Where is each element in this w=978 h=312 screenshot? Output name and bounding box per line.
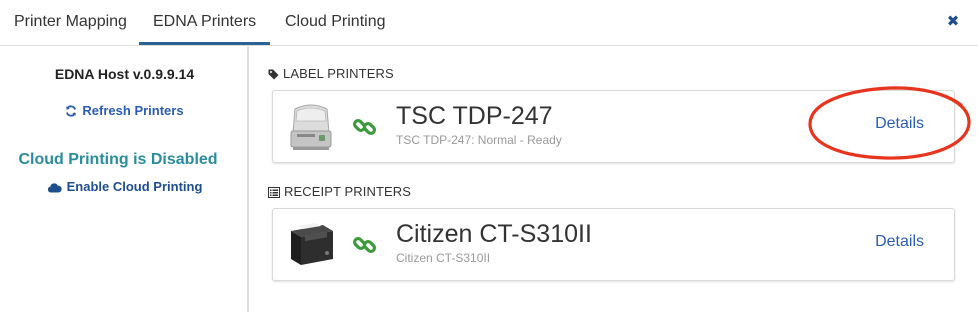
list-icon <box>268 187 280 198</box>
label-printers-heading: LABEL PRINTERS <box>268 66 394 81</box>
details-link[interactable]: Details <box>875 115 924 133</box>
enable-cloud-printing-label: Enable Cloud Printing <box>66 179 203 194</box>
enable-cloud-printing-link[interactable]: Enable Cloud Printing <box>0 179 249 194</box>
close-icon[interactable]: ✖ <box>946 14 960 30</box>
tab-bar: Printer Mapping EDNA Printers Cloud Prin… <box>0 0 978 46</box>
label-printers-heading-text: LABEL PRINTERS <box>283 66 394 81</box>
printers-panel: LABEL PRINTERS TSC TDP-247 TSC TDP-247: … <box>251 46 978 312</box>
cloud-status-text: Cloud Printing is Disabled <box>18 151 218 168</box>
printer-name: Citizen CT-S310II <box>396 220 592 248</box>
details-link[interactable]: Details <box>875 233 924 251</box>
refresh-icon <box>66 105 77 117</box>
receipt-printers-heading-text: RECEIPT PRINTERS <box>284 184 412 199</box>
printer-card-citizen: Citizen CT-S310II Citizen CT-S310II Deta… <box>272 208 955 281</box>
label-printer-image <box>283 99 339 155</box>
tab-printer-mapping[interactable]: Printer Mapping <box>0 0 141 45</box>
receipt-printer-image <box>283 217 339 273</box>
printer-name: TSC TDP-247 <box>396 102 553 130</box>
host-version: EDNA Host v.0.9.9.14 <box>54 66 195 82</box>
refresh-printers-label: Refresh Printers <box>82 103 184 118</box>
printer-status: TSC TDP-247: Normal - Ready <box>396 133 562 147</box>
printer-status: Citizen CT-S310II <box>396 251 491 265</box>
link-icon <box>352 236 377 254</box>
refresh-printers-link[interactable]: Refresh Printers <box>0 103 249 118</box>
receipt-printers-heading: RECEIPT PRINTERS <box>268 184 411 199</box>
sidebar: EDNA Host v.0.9.9.14 Refresh Printers Cl… <box>0 46 249 312</box>
tag-icon <box>268 69 279 80</box>
link-icon <box>352 118 377 136</box>
cloud-icon <box>47 183 62 193</box>
tab-edna-printers[interactable]: EDNA Printers <box>139 0 271 45</box>
printer-card-tsc: TSC TDP-247 TSC TDP-247: Normal - Ready … <box>272 90 955 163</box>
tab-cloud-printing[interactable]: Cloud Printing <box>271 0 400 45</box>
